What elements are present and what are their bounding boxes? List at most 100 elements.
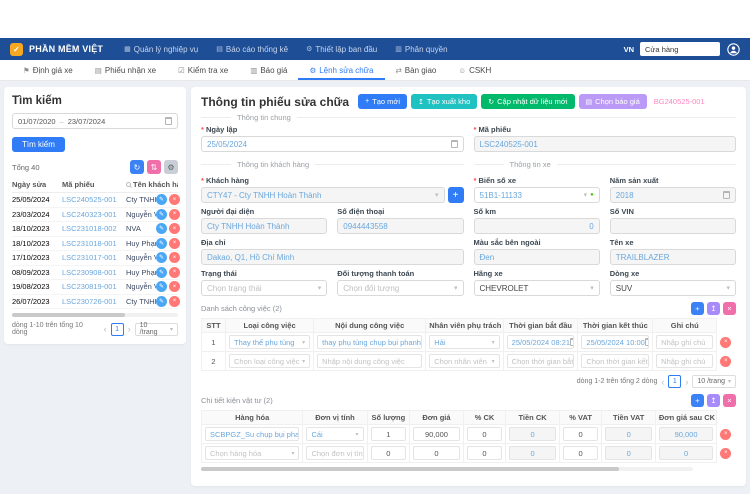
plate-select[interactable]: 51B1-11133▾●	[474, 187, 600, 203]
date-range-picker[interactable]: 01/07/2020 – 23/07/2024	[12, 113, 178, 129]
job-type-select[interactable]: Thay thế phụ tùng▾	[229, 335, 310, 349]
create-export-button[interactable]: ↥Tạo xuất kho	[411, 94, 477, 109]
vat-pct-input[interactable]: 0	[563, 427, 599, 441]
delete-row-button[interactable]: ×	[169, 194, 180, 205]
delete-row-button[interactable]: ×	[169, 252, 180, 263]
tab-ban-giao[interactable]: ⇄Bàn giao	[385, 60, 448, 80]
customer-select[interactable]: CTY47 - Cty TNHH Hoàn Thành▾	[201, 187, 445, 203]
store-input[interactable]	[640, 42, 720, 56]
edit-row-button[interactable]: ✎	[156, 281, 167, 292]
tab-phieu-nhan-xe[interactable]: ▤Phiếu nhận xe	[84, 60, 167, 80]
qty-input[interactable]: 0	[371, 446, 407, 460]
unit-select[interactable]: Chọn đơn vị tính▾	[306, 446, 363, 460]
ck-pct-input[interactable]: 0	[467, 446, 503, 460]
next-page-button[interactable]: ›	[685, 377, 688, 387]
edit-row-button[interactable]: ✎	[156, 238, 167, 249]
date-to[interactable]: 23/07/2024	[68, 117, 106, 126]
add-job-button[interactable]: +	[691, 302, 704, 315]
current-page[interactable]: 1	[668, 375, 681, 388]
create-button[interactable]: +Tạo mới	[358, 94, 407, 109]
scrollbar-thumb[interactable]	[12, 313, 125, 317]
job-start-input[interactable]: Chọn thời gian bắt đ...	[507, 354, 575, 368]
delete-row-button[interactable]: ×	[169, 281, 180, 292]
list-item[interactable]: 18/10/2023LSC231018-002NVA✎×	[12, 222, 178, 237]
job-content-input[interactable]: Nhập nội dung công việc	[317, 354, 422, 368]
menu-setup[interactable]: ⚙Thiết lập ban đầu	[306, 45, 377, 54]
qty-input[interactable]: 1	[371, 427, 407, 441]
page-size-select[interactable]: 10 /trang▾	[692, 375, 736, 388]
delete-row-button[interactable]: ×	[169, 296, 180, 307]
choose-quote-button[interactable]: ▤Chọn báo giá	[579, 94, 647, 109]
product-select[interactable]: SCBPGZ_Su chụp bụi phanh Getz▾	[205, 427, 299, 441]
created-date-input[interactable]: 25/05/2024	[201, 136, 464, 152]
menu-business[interactable]: ▦Quản lý nghiệp vụ	[124, 45, 198, 54]
job-type-select[interactable]: Chọn loại công việc▾	[229, 354, 310, 368]
list-item[interactable]: 19/08/2023LSC230819-001Nguyễn Văn C✎×	[12, 280, 178, 295]
unit-select[interactable]: Cái▾	[306, 427, 363, 441]
date-from[interactable]: 01/07/2020	[18, 117, 56, 126]
current-page[interactable]: 1	[111, 323, 124, 336]
import-jobs-button[interactable]: ↥	[707, 302, 720, 315]
list-item[interactable]: 18/10/2023LSC231018-001Huy Phạm✎×	[12, 237, 178, 252]
update-button[interactable]: ↻Cập nhật dữ liệu mới	[481, 94, 574, 109]
edit-row-button[interactable]: ✎	[156, 296, 167, 307]
add-material-button[interactable]: +	[691, 394, 704, 407]
list-item[interactable]: 23/03/2024LSC240323-001Nguyễn Văn C✎×	[12, 208, 178, 223]
language-label[interactable]: VN	[624, 45, 634, 54]
clear-jobs-button[interactable]: ×	[723, 302, 736, 315]
delete-row-button[interactable]: ×	[169, 223, 180, 234]
payer-select[interactable]: Chọn đối tượng▾	[337, 280, 463, 296]
price-input[interactable]: 90,000	[413, 427, 459, 441]
import-materials-button[interactable]: ↥	[707, 394, 720, 407]
job-staff-select[interactable]: Hải▾	[429, 335, 499, 349]
prev-page-button[interactable]: ‹	[104, 324, 107, 334]
delete-row-button[interactable]: ×	[169, 267, 180, 278]
delete-job-button[interactable]: ×	[720, 337, 731, 348]
job-note-input[interactable]: Nhập ghi chú	[656, 354, 713, 368]
price-input[interactable]: 0	[413, 446, 459, 460]
delete-material-button[interactable]: ×	[720, 448, 731, 459]
tab-lenh-sua-chua[interactable]: ⚙Lệnh sửa chữa	[298, 60, 384, 80]
delete-row-button[interactable]: ×	[169, 238, 180, 249]
list-item[interactable]: 08/09/2023LSC230908-001Huy Phạm✎×	[12, 266, 178, 281]
list-item[interactable]: 17/10/2023LSC231017-001Nguyễn Văn C✎×	[12, 251, 178, 266]
status-select[interactable]: Chọn trạng thái▾	[201, 280, 327, 296]
edit-row-button[interactable]: ✎	[156, 209, 167, 220]
job-start-input[interactable]: 25/05/2024 08:21	[507, 335, 575, 349]
horizontal-scrollbar[interactable]	[201, 467, 693, 471]
job-staff-select[interactable]: Chọn nhân viên▾	[429, 354, 499, 368]
clear-materials-button[interactable]: ×	[723, 394, 736, 407]
edit-row-button[interactable]: ✎	[156, 267, 167, 278]
job-note-input[interactable]: Nhập ghi chú	[656, 335, 713, 349]
vat-pct-input[interactable]: 0	[563, 446, 599, 460]
edit-row-button[interactable]: ✎	[156, 194, 167, 205]
job-end-input[interactable]: 25/05/2024 10:00	[581, 335, 649, 349]
brand-select[interactable]: CHEVROLET▾	[474, 280, 600, 296]
delete-row-button[interactable]: ×	[169, 209, 180, 220]
settings-button[interactable]: ⚙	[164, 160, 178, 174]
tab-bao-gia[interactable]: ▥Báo giá	[239, 60, 298, 80]
edit-row-button[interactable]: ✎	[156, 252, 167, 263]
search-icon[interactable]	[126, 182, 131, 187]
add-customer-button[interactable]: +	[448, 187, 464, 203]
scrollbar-thumb[interactable]	[201, 467, 619, 471]
list-item[interactable]: 25/05/2024LSC240525-001Cty TNHH Hoà✎×	[12, 193, 178, 208]
column-toggle-button[interactable]: ⇅	[147, 160, 161, 174]
list-item[interactable]: 26/07/2023LSC230726-001Cty TNHH Hoà✎×	[12, 295, 178, 310]
tab-dinh-gia-xe[interactable]: ⚑Định giá xe	[12, 60, 84, 80]
job-content-input[interactable]: thay phụ tùng chụp bụi phanh	[317, 335, 422, 349]
user-avatar[interactable]	[726, 42, 740, 56]
search-button[interactable]: Tìm kiếm	[12, 137, 65, 152]
page-size-select[interactable]: 10 /trang▾	[135, 323, 178, 336]
ck-pct-input[interactable]: 0	[467, 427, 503, 441]
tab-cskh[interactable]: ☺CSKH	[447, 60, 502, 80]
menu-reports[interactable]: ▤Báo cáo thống kê	[216, 45, 288, 54]
horizontal-scrollbar[interactable]	[12, 313, 178, 317]
menu-permissions[interactable]: ▥Phân quyền	[395, 45, 447, 54]
product-select[interactable]: Chọn hàng hóa▾	[205, 446, 299, 460]
model-select[interactable]: SUV▾	[610, 280, 736, 296]
delete-job-button[interactable]: ×	[720, 356, 731, 367]
next-page-button[interactable]: ›	[128, 324, 131, 334]
tab-kiem-tra-xe[interactable]: ☑Kiểm tra xe	[167, 60, 239, 80]
refresh-button[interactable]: ↻	[130, 160, 144, 174]
